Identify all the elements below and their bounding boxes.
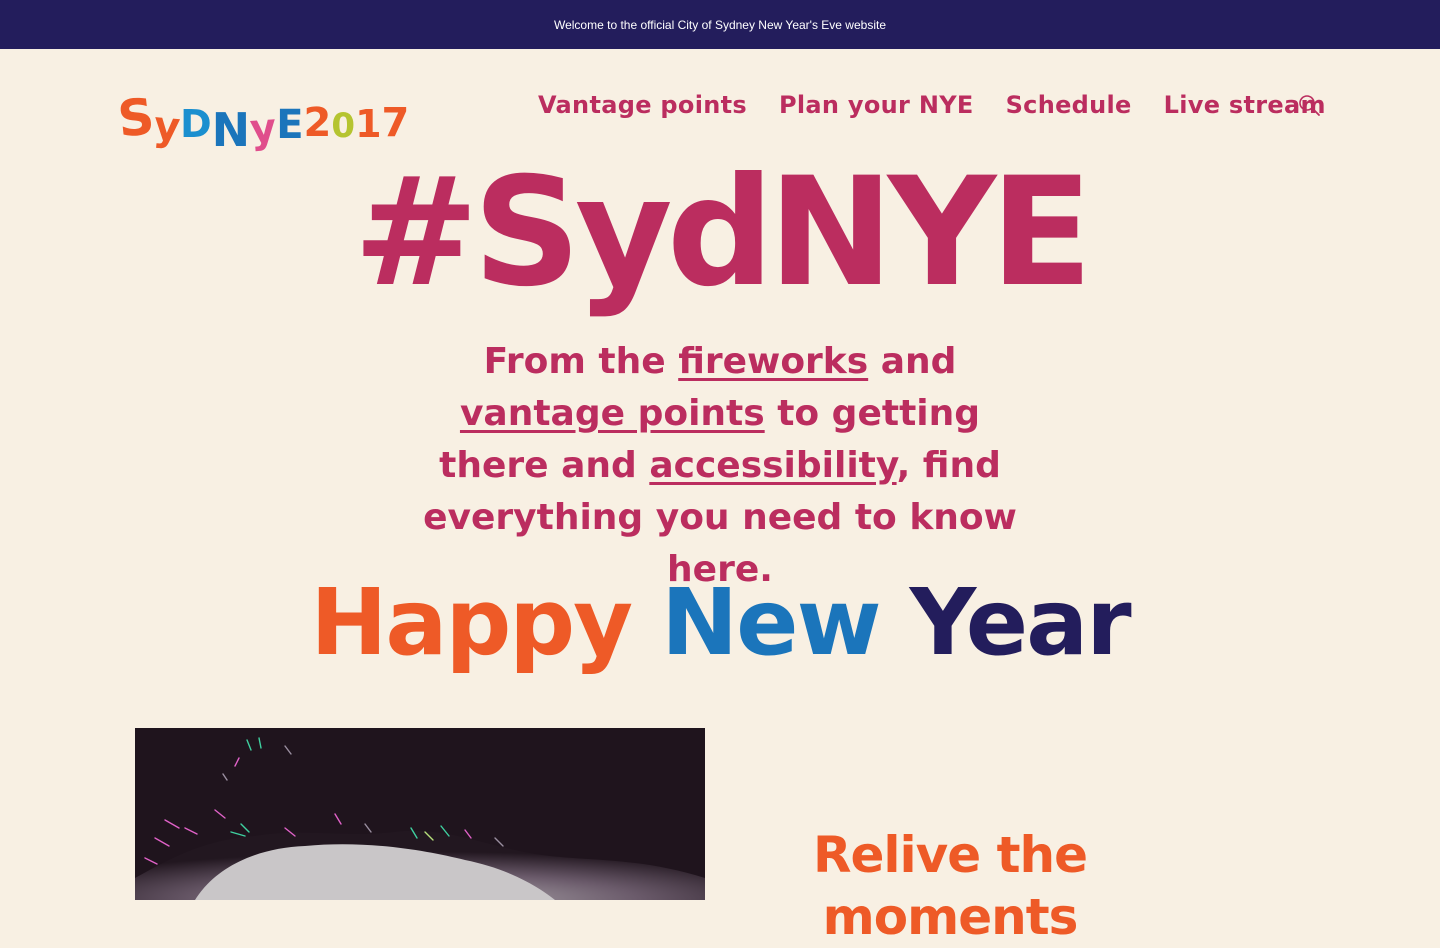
welcome-banner-text: Welcome to the official City of Sydney N… xyxy=(553,17,886,32)
search-icon xyxy=(1299,95,1320,116)
new-word: New xyxy=(661,569,881,676)
nav-schedule[interactable]: Schedule xyxy=(1006,91,1132,119)
sydnye-logo[interactable]: S y D N y E 2 0 1 7 xyxy=(115,71,410,153)
logo-letter: E xyxy=(276,102,304,148)
site-header: S y D N y E 2 0 1 7 Vantage points Plan … xyxy=(0,49,1440,159)
hero-title: #SydNYE xyxy=(353,146,1093,320)
nav-vantage-points[interactable]: Vantage points xyxy=(538,91,747,119)
year-word: Year xyxy=(909,569,1132,676)
happy-word: Happy xyxy=(310,569,633,676)
logo-letter: y xyxy=(152,102,183,152)
logo-letter: 0 xyxy=(331,106,356,146)
fireworks-link[interactable]: fireworks xyxy=(678,341,868,382)
fireworks-image xyxy=(135,728,705,900)
logo-letter: N xyxy=(211,103,251,157)
logo-letter: 1 xyxy=(355,102,382,146)
hero-intro: From the fireworks and vantage points to… xyxy=(400,336,1040,596)
search-button[interactable] xyxy=(1298,94,1322,118)
intro-text: and xyxy=(868,341,957,382)
relive-heading: Relive the moments xyxy=(812,826,1088,946)
logo-letter: 7 xyxy=(381,100,410,146)
main-nav: Vantage points Plan your NYE Schedule Li… xyxy=(538,91,1358,119)
intro-text: From the xyxy=(483,341,679,382)
fireworks-photo xyxy=(135,728,705,900)
logo-letter: S xyxy=(115,87,157,149)
welcome-banner: Welcome to the official City of Sydney N… xyxy=(0,0,1440,49)
logo-letter: D xyxy=(180,102,212,146)
nav-plan-your-nye[interactable]: Plan your NYE xyxy=(779,91,974,119)
accessibility-link[interactable]: accessibility xyxy=(649,445,896,486)
vantage-points-link[interactable]: vantage points xyxy=(460,393,765,434)
logo-letter: 2 xyxy=(303,100,332,146)
happy-new-year-heading: Happy New Year xyxy=(0,572,1440,673)
logo-letter: y xyxy=(248,105,278,153)
